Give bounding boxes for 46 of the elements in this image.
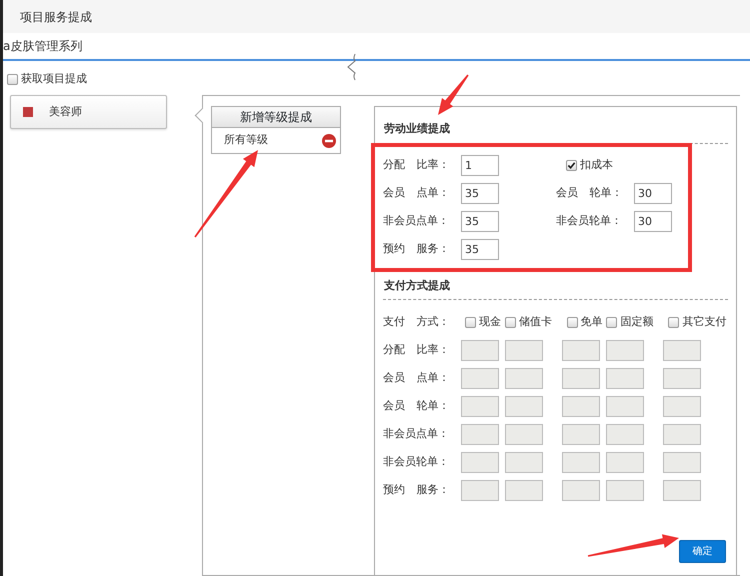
checkbox[interactable] xyxy=(465,316,476,328)
field-label: 非会员点单： xyxy=(383,213,450,230)
field-label: 会员 点单： xyxy=(383,370,450,386)
field-label: 预约 服务： xyxy=(383,482,450,498)
input-field[interactable]: 35 xyxy=(461,211,499,232)
confirm-button[interactable]: 确定 xyxy=(679,540,726,563)
checkbox-label: 固定额 xyxy=(620,314,654,330)
checkbox-label: 储值卡 xyxy=(518,314,552,330)
checkbox-label: 现金 xyxy=(479,314,501,330)
checkbox-label: 免单 xyxy=(580,314,603,330)
input-field[interactable]: 35 xyxy=(461,239,499,260)
section-title: 劳动业绩提成 xyxy=(383,121,451,137)
field-label: 非会员轮单： xyxy=(556,213,623,230)
checkbox[interactable] xyxy=(668,316,680,328)
field-label: 支付 方式： xyxy=(383,314,450,330)
input-field[interactable]: 1 xyxy=(461,155,499,176)
series-title: a皮肤管理系列 xyxy=(3,38,82,55)
field-label: 分配 比率： xyxy=(383,342,450,358)
square-icon xyxy=(23,107,33,117)
add-level-button[interactable]: 新增等级提成 xyxy=(211,106,341,128)
field-label: 分配 比率： xyxy=(383,157,450,174)
field-label: 会员 点单： xyxy=(383,185,450,202)
role-name: 美容师 xyxy=(49,104,82,120)
annotation-arrow xyxy=(438,74,469,115)
level-name: 所有等级 xyxy=(224,132,268,148)
field-label: 会员 轮单： xyxy=(556,185,624,202)
checkbox-label: 获取项目提成 xyxy=(21,70,87,87)
remove-icon[interactable] xyxy=(322,134,336,148)
checkbox[interactable] xyxy=(606,316,618,328)
page-title: 项目服务提成 xyxy=(20,8,92,26)
field-label: 非会员点单： xyxy=(383,426,450,442)
section-title: 支付方式提成 xyxy=(383,278,451,294)
input-field[interactable]: 30 xyxy=(634,183,672,204)
checkbox[interactable] xyxy=(566,316,578,328)
role-item[interactable]: 美容师 xyxy=(10,95,167,129)
level-item[interactable]: 所有等级 xyxy=(211,128,341,154)
field-label: 非会员轮单： xyxy=(383,454,450,470)
input-field[interactable]: 35 xyxy=(461,183,499,204)
checkbox[interactable] xyxy=(7,74,18,84)
input-field[interactable]: 30 xyxy=(634,211,672,232)
field-label: 预约 服务： xyxy=(383,241,450,258)
checkbox-label: 其它支付 xyxy=(682,314,726,330)
checkbox[interactable] xyxy=(566,160,577,171)
checkbox[interactable] xyxy=(504,316,516,328)
field-label: 会员 轮单： xyxy=(383,398,450,414)
checkbox-label: 扣成本 xyxy=(580,157,613,174)
